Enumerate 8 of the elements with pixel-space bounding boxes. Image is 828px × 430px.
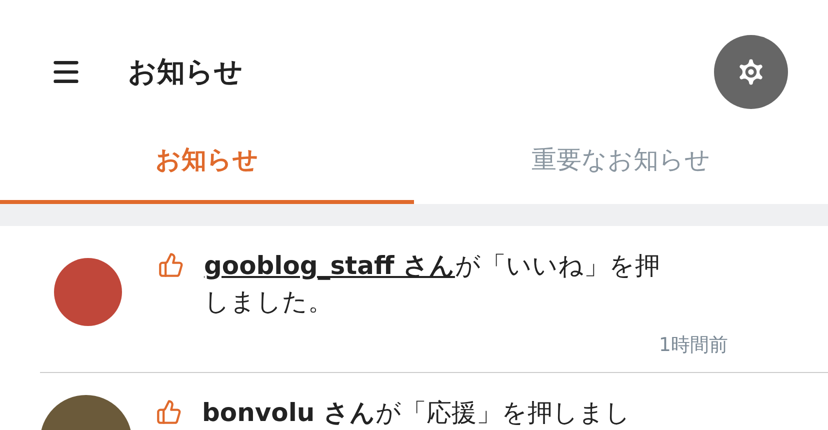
- user-link[interactable]: gooblog_staff さん: [204, 251, 455, 280]
- notification-text: bonvolu さんが「応援」を押しまし: [202, 397, 632, 429]
- page-title: お知らせ: [128, 54, 244, 90]
- user-link[interactable]: bonvolu さん: [202, 398, 376, 427]
- notification-text: gooblog_staff さんが「いいね」を押しました。: [204, 250, 661, 318]
- thumbs-up-icon: [156, 399, 182, 425]
- timestamp: 1時間前: [658, 333, 728, 358]
- thumbs-up-icon: [158, 252, 184, 278]
